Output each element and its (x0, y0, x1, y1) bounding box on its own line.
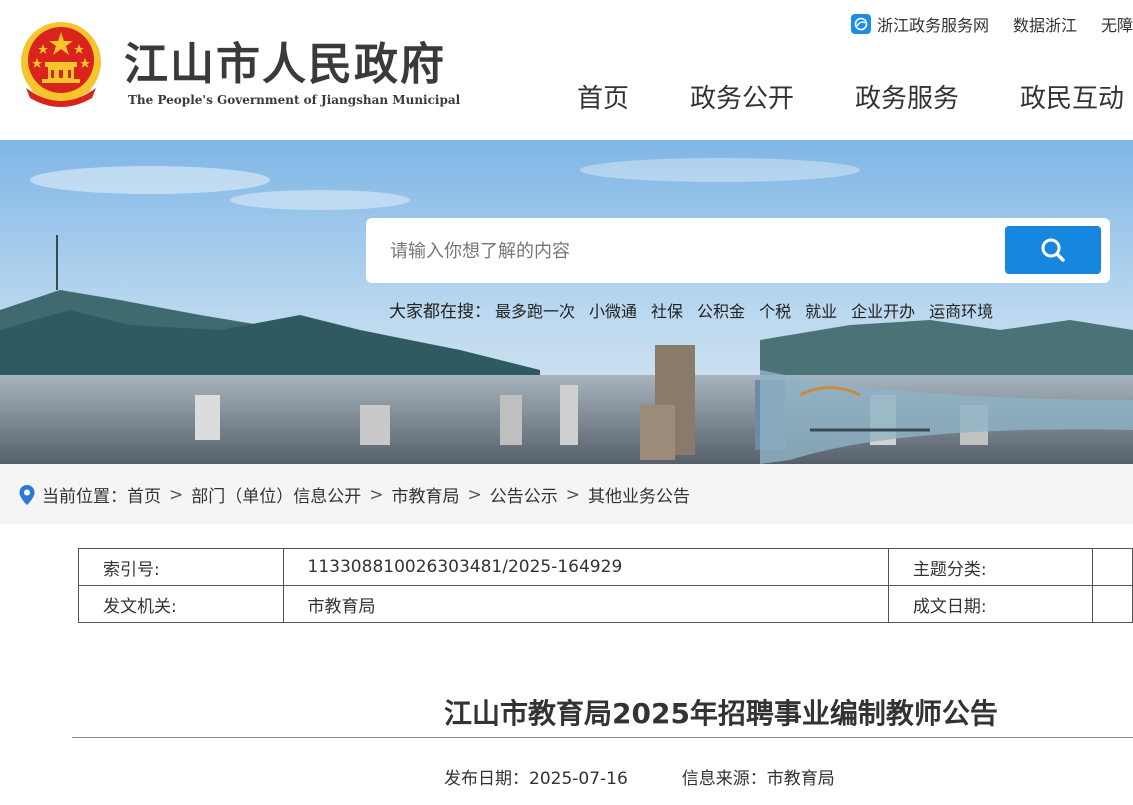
search-icon (1041, 238, 1065, 262)
toplink-data-zhejiang[interactable]: 数据浙江 (1013, 12, 1077, 36)
top-links: 浙江政务服务网 数据浙江 无障 (851, 12, 1133, 36)
breadcrumb-education-bureau[interactable]: 市教育局 (392, 482, 460, 507)
index-value: 113308810026303481/2025-164929 (282, 548, 889, 586)
date-value (1092, 585, 1133, 623)
site-subtitle: The People's Government of Jiangshan Mun… (128, 93, 461, 107)
breadcrumb-separator: > (169, 484, 184, 505)
topic-label: 主题分类: (887, 548, 1094, 586)
toplink-label: 数据浙江 (1013, 16, 1078, 35)
breadcrumb-label: 当前位置： (42, 487, 127, 507)
hot-search-item[interactable]: 运商环境 (929, 298, 993, 322)
breadcrumb-separator: > (369, 484, 384, 505)
hot-search-item[interactable]: 企业开办 (851, 298, 915, 322)
hot-search-item[interactable]: 最多跑一次 (495, 298, 575, 322)
breadcrumb-announcements[interactable]: 公告公示 (490, 482, 558, 507)
article-meta: 发布日期：2025-07-16 信息来源：市教育局 (444, 764, 889, 789)
national-emblem-icon (21, 22, 101, 107)
location-pin-icon (19, 484, 35, 505)
site-header: 江山市人民政府 The People's Government of Jiang… (0, 0, 1133, 140)
hot-search-item[interactable]: 社保 (651, 298, 683, 322)
site-title: 江山市人民政府 (124, 39, 446, 90)
article-title: 江山市教育局2025年招聘事业编制教师公告 (444, 697, 998, 730)
issuer-label: 发文机关: (78, 585, 284, 623)
breadcrumb-separator: > (565, 484, 580, 505)
breadcrumb-other-announcements[interactable]: 其他业务公告 (588, 482, 690, 507)
breadcrumb: 当前位置： 首页 > 部门（单位）信息公开 > 市教育局 > 公告公示 > 其他… (18, 482, 690, 507)
toplink-label: 浙江政务服务网 (877, 16, 990, 35)
nav-government-services[interactable]: 政务服务 (855, 78, 959, 115)
hot-search-item[interactable]: 个税 (759, 298, 791, 322)
title-divider (72, 737, 1133, 738)
info-source: 信息来源：市教育局 (681, 769, 835, 789)
topic-value (1092, 548, 1133, 586)
zhejiang-service-icon (851, 14, 871, 34)
breadcrumb-home[interactable]: 首页 (127, 482, 161, 507)
toplink-label: 无障 (1101, 16, 1133, 35)
search-button[interactable] (1005, 226, 1101, 274)
breadcrumb-department-info[interactable]: 部门（单位）信息公开 (191, 482, 361, 507)
hero-banner: 大家都在搜： 最多跑一次 小微通 社保 公积金 个税 就业 企业开办 运商环境 (0, 140, 1133, 464)
publish-date: 发布日期：2025-07-16 (444, 769, 628, 789)
breadcrumb-bar: 当前位置： 首页 > 部门（单位）信息公开 > 市教育局 > 公告公示 > 其他… (0, 464, 1133, 524)
issuer-value: 市教育局 (282, 585, 889, 623)
document-info-table: 索引号: 113308810026303481/2025-164929 主题分类… (78, 548, 1133, 623)
hot-search-item[interactable]: 公积金 (697, 298, 745, 322)
date-label: 成文日期: (887, 585, 1094, 623)
table-row: 索引号: 113308810026303481/2025-164929 主题分类… (78, 548, 1133, 586)
toplink-zhejiang-service[interactable]: 浙江政务服务网 (851, 12, 989, 36)
search-box (366, 218, 1110, 283)
search-input[interactable] (380, 230, 1000, 272)
hot-search-item[interactable]: 就业 (805, 298, 837, 322)
index-label: 索引号: (78, 548, 284, 586)
breadcrumb-separator: > (467, 484, 482, 505)
main-nav: 首页 政务公开 政务服务 政民互动 (577, 78, 1133, 115)
nav-government-affairs-open[interactable]: 政务公开 (690, 78, 794, 115)
hot-search: 大家都在搜： 最多跑一次 小微通 社保 公积金 个税 就业 企业开办 运商环境 (389, 297, 1007, 323)
hot-search-item[interactable]: 小微通 (589, 298, 637, 322)
toplink-accessibility[interactable]: 无障 (1101, 12, 1133, 36)
nav-public-interaction[interactable]: 政民互动 (1020, 78, 1124, 115)
table-row: 发文机关: 市教育局 成文日期: (78, 585, 1133, 623)
hot-search-label: 大家都在搜： (389, 302, 491, 322)
nav-home[interactable]: 首页 (577, 78, 629, 115)
